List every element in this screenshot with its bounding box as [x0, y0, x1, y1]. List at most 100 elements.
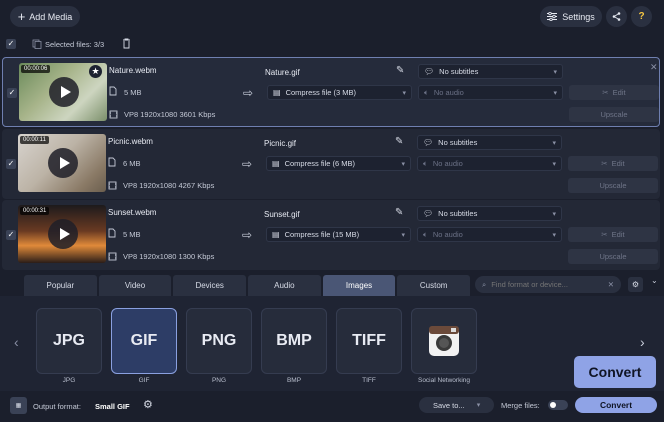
chevron-right-icon[interactable]: › — [640, 334, 645, 350]
format-tile-png[interactable]: PNG — [186, 308, 252, 374]
video-thumbnail[interactable]: 00:00:06 ★ — [19, 63, 107, 121]
chevron-down-icon: ▾ — [553, 89, 557, 97]
video-thumbnail[interactable]: 00:00:31 — [18, 205, 106, 263]
edit-button[interactable]: ✂ Edit — [569, 85, 659, 100]
tab-custom[interactable]: Custom — [397, 275, 471, 296]
tab-devices[interactable]: Devices — [173, 275, 247, 296]
play-icon[interactable] — [48, 148, 78, 178]
settings-label: Settings — [562, 11, 595, 22]
file-row[interactable]: ✓ 00:00:06 ★ Nature.webm 5 MB VP8 1920x1… — [2, 57, 660, 127]
pencil-icon[interactable]: ✎ — [395, 207, 403, 218]
merge-files-toggle[interactable] — [548, 400, 568, 410]
share-button[interactable] — [606, 6, 627, 27]
format-tile-gif[interactable]: GIF — [111, 308, 177, 374]
chevron-down-icon: ▾ — [552, 139, 556, 147]
subtitles-dropdown[interactable]: 💬︎ No subtitles ▾ — [417, 206, 562, 221]
video-thumbnail[interactable]: 00:00:11 — [18, 134, 106, 192]
pencil-icon[interactable]: ✎ — [396, 65, 404, 76]
edit-button[interactable]: ✂ Edit — [568, 156, 658, 171]
scissors-icon: ✂ — [602, 88, 609, 97]
compress-label: Compress file (6 MB) — [284, 159, 355, 168]
upscale-label: Upscale — [599, 252, 627, 261]
compress-icon: ▤ — [272, 159, 280, 168]
speech-bubble-icon: 💬︎ — [424, 67, 435, 76]
format-tile-tiff[interactable]: TIFF — [336, 308, 402, 374]
audio-dropdown[interactable]: 🔈︎ No audio ▾ — [417, 156, 562, 171]
file-checkbox[interactable]: ✓ — [7, 88, 17, 98]
tab-video[interactable]: Video — [98, 275, 172, 296]
selection-bar: ✓ Selected files: 3/3 — [0, 34, 664, 54]
collapse-chevron-icon[interactable]: ⌄ — [651, 276, 658, 285]
speaker-icon: 🔈︎ — [423, 158, 428, 168]
selected-files-label: Selected files: 3/3 — [45, 40, 105, 49]
format-search-input[interactable] — [491, 280, 603, 289]
subtitles-dropdown[interactable]: 💬︎ No subtitles ▾ — [418, 64, 563, 79]
add-media-button[interactable]: + Add Media — [10, 6, 80, 27]
compress-dropdown[interactable]: ▤ Compress file (15 MB) ▾ — [266, 227, 411, 242]
tab-popular[interactable]: Popular — [24, 275, 97, 296]
compress-icon: ▤ — [273, 88, 281, 97]
gear-icon[interactable]: ⚙ — [143, 398, 153, 411]
play-icon[interactable] — [49, 77, 79, 107]
help-button[interactable]: ? — [631, 6, 652, 27]
format-tile-bmp[interactable]: BMP — [261, 308, 327, 374]
file-checkbox[interactable]: ✓ — [6, 159, 16, 169]
plus-icon: + — [17, 8, 26, 24]
subtitles-label: No subtitles — [439, 67, 479, 76]
format-settings-button[interactable]: ⚙ — [628, 277, 643, 292]
output-file-name: Nature.gif — [265, 68, 300, 77]
format-tile-social-networking[interactable] — [411, 308, 477, 374]
upscale-label: Upscale — [599, 181, 627, 190]
convert-arrow-icon: ⇨ — [242, 157, 253, 171]
select-all-checkbox[interactable]: ✓ — [6, 39, 16, 49]
remove-file-icon[interactable]: ✕ — [650, 62, 658, 73]
sliders-icon — [547, 12, 558, 21]
camera-icon — [429, 326, 459, 356]
compress-dropdown[interactable]: ▤ Compress file (3 MB) ▾ — [267, 85, 412, 100]
tab-images[interactable]: Images — [322, 275, 396, 296]
jpg-format-icon: JPG — [52, 332, 85, 349]
settings-button[interactable]: Settings — [540, 6, 602, 27]
subtitles-dropdown[interactable]: 💬︎ No subtitles ▾ — [417, 135, 562, 150]
star-icon[interactable]: ★ — [89, 65, 102, 78]
convert-button[interactable]: Convert — [575, 397, 657, 413]
compress-label: Compress file (3 MB) — [285, 88, 356, 97]
film-icon — [108, 181, 117, 190]
output-format-icon: ▦ — [10, 397, 27, 414]
chevron-left-icon[interactable]: ‹ — [14, 334, 19, 350]
audio-label: No audio — [432, 159, 463, 168]
scissors-icon: ✂ — [601, 230, 608, 239]
edit-button[interactable]: ✂ Edit — [568, 227, 658, 242]
duration-badge: 00:00:31 — [20, 207, 50, 215]
upscale-button[interactable]: Upscale — [569, 107, 659, 122]
file-row[interactable]: ✓ 00:00:11 Picnic.webm 6 MB VP8 1920x108… — [2, 129, 660, 199]
play-icon[interactable] — [48, 219, 78, 249]
source-file-name: Nature.webm — [109, 66, 157, 75]
save-to-dropdown[interactable]: Save to... ▾ — [419, 397, 494, 413]
convert-tooltip-label: Convert — [588, 364, 642, 380]
tab-audio[interactable]: Audio — [248, 275, 321, 296]
audio-dropdown[interactable]: 🔈︎ No audio ▾ — [418, 85, 563, 100]
format-search[interactable]: ⌕ ✕ — [475, 276, 621, 293]
format-gallery: ‹ › ︿ JPG JPG ︿ GIF GIF ︿ PNG PNG ︿ BMP … — [0, 296, 664, 391]
upscale-button[interactable]: Upscale — [568, 249, 658, 264]
trash-icon[interactable] — [122, 38, 131, 49]
file-size: 5 MB — [123, 230, 141, 239]
audio-dropdown[interactable]: 🔈︎ No audio ▾ — [417, 227, 562, 242]
pencil-icon[interactable]: ✎ — [395, 136, 403, 147]
film-icon — [108, 252, 117, 261]
file-row[interactable]: ✓ 00:00:31 Sunset.webm 5 MB VP8 1920x108… — [2, 200, 660, 270]
codec-info: VP8 1920x1080 4267 Kbps — [123, 181, 215, 190]
speaker-icon: 🔈︎ — [424, 87, 429, 97]
clear-search-icon[interactable]: ✕ — [608, 280, 614, 289]
compress-icon: ▤ — [272, 230, 280, 239]
chevron-down-icon: ▾ — [476, 402, 481, 409]
file-checkbox[interactable]: ✓ — [6, 230, 16, 240]
compress-dropdown[interactable]: ▤ Compress file (6 MB) ▾ — [266, 156, 411, 171]
upscale-button[interactable]: Upscale — [568, 178, 658, 193]
top-toolbar: + Add Media Settings ? — [0, 0, 664, 34]
codec-info: VP8 1920x1080 1300 Kbps — [123, 252, 215, 261]
format-tile-jpg[interactable]: JPG — [36, 308, 102, 374]
share-icon — [612, 12, 621, 21]
source-file-name: Sunset.webm — [108, 208, 157, 217]
